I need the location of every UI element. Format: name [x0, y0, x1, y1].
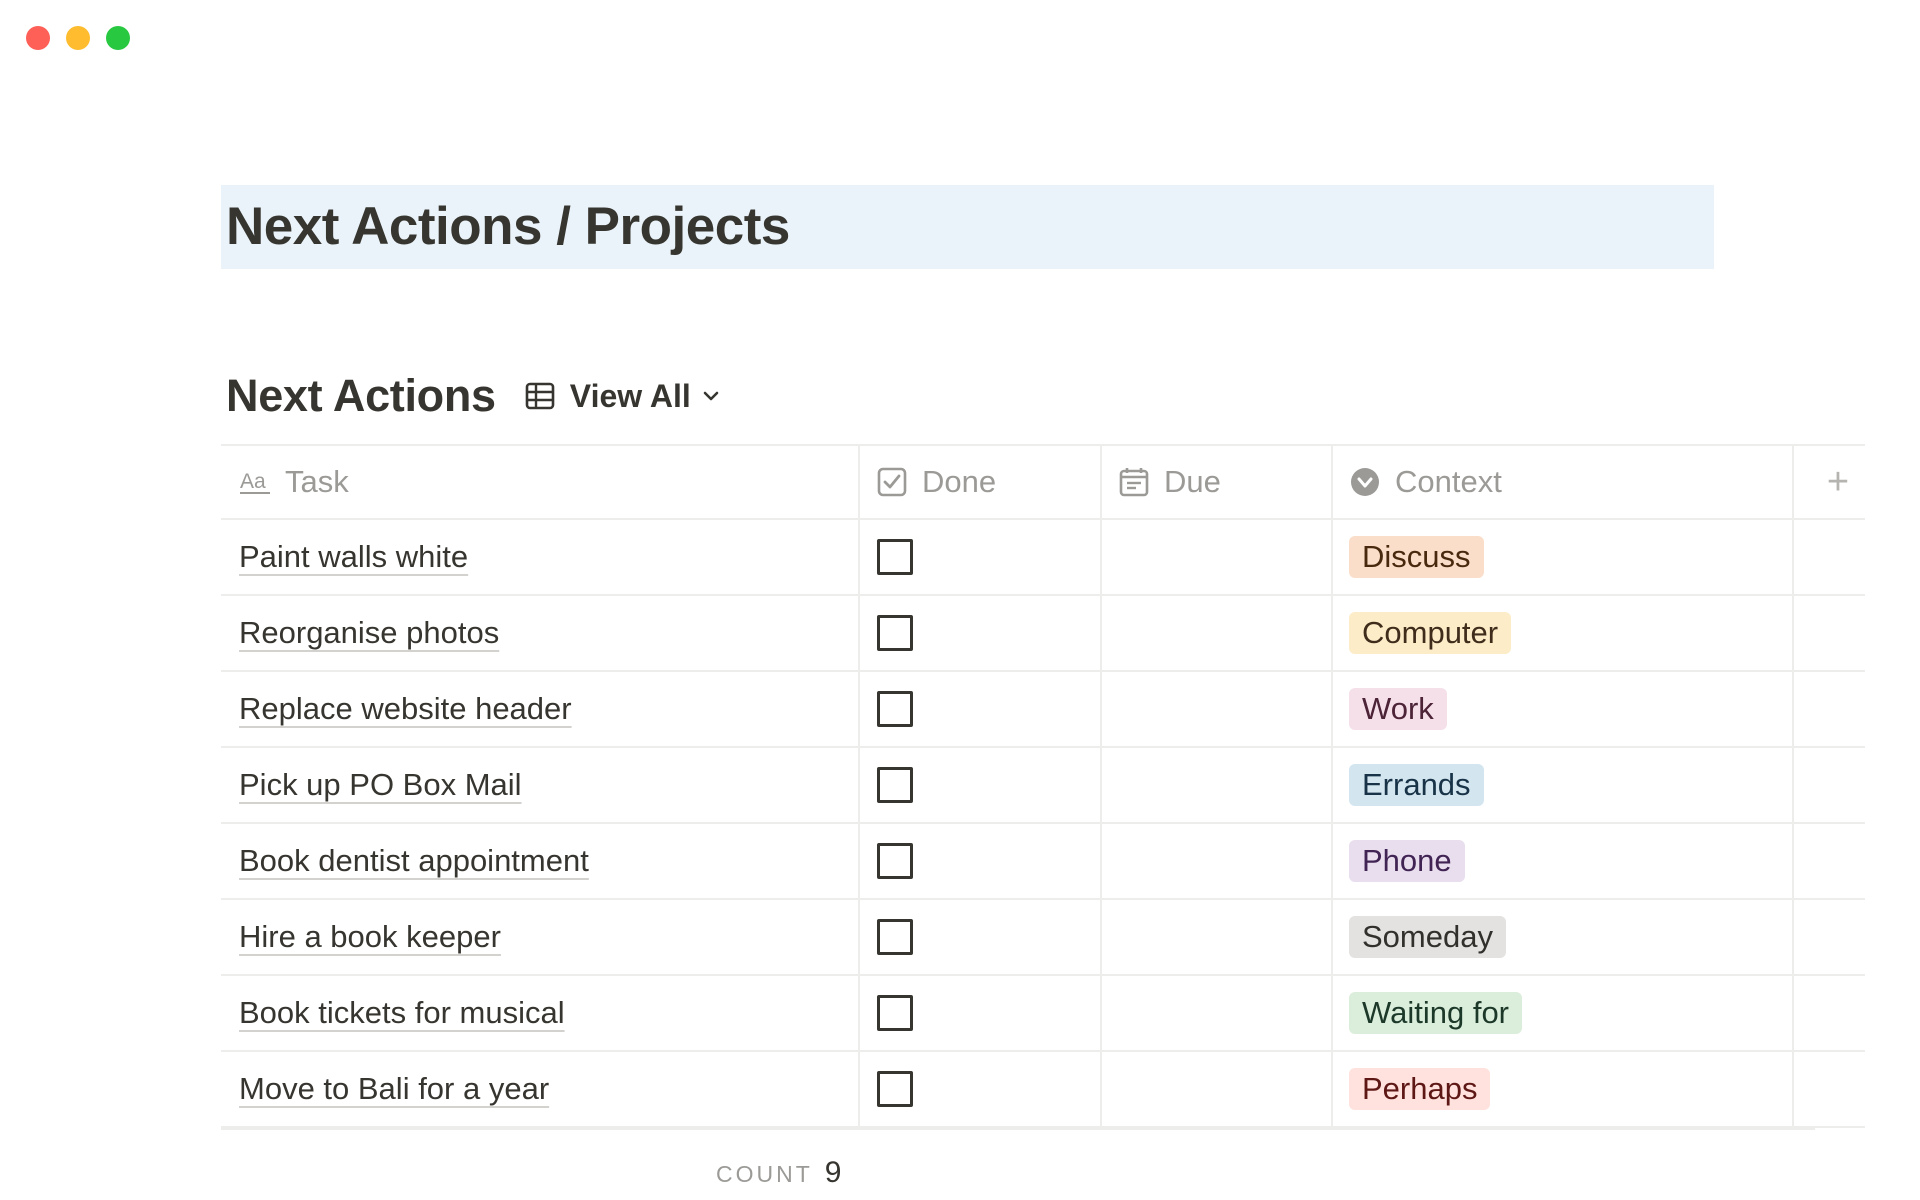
context-cell[interactable]: Discuss: [1349, 520, 1484, 594]
table-row[interactable]: Pick up PO Box Mail Errands: [221, 748, 1865, 824]
window-controls: [26, 26, 130, 50]
task-title[interactable]: Pick up PO Box Mail: [239, 767, 522, 803]
done-cell[interactable]: [876, 1052, 913, 1126]
done-cell[interactable]: [876, 672, 913, 746]
table-row[interactable]: Hire a book keeper Someday: [221, 900, 1865, 976]
column-header-due[interactable]: Due: [1118, 446, 1221, 518]
table-row[interactable]: Paint walls white Discuss: [221, 520, 1865, 596]
table-header-row: Aa Task Done Due Context +: [221, 444, 1865, 520]
table-row[interactable]: Reorganise photos Computer: [221, 596, 1865, 672]
context-tag[interactable]: Discuss: [1349, 536, 1484, 578]
svg-text:Aa: Aa: [240, 470, 266, 493]
plus-icon: +: [1826, 460, 1850, 503]
table-footer-divider: [221, 1128, 1815, 1130]
done-checkbox[interactable]: [877, 1071, 913, 1107]
context-tag[interactable]: Waiting for: [1349, 992, 1523, 1034]
task-title[interactable]: Paint walls white: [239, 539, 468, 575]
task-title[interactable]: Move to Bali for a year: [239, 1071, 549, 1107]
task-cell[interactable]: Paint walls white: [239, 520, 468, 594]
done-checkbox[interactable]: [877, 767, 913, 803]
add-column-button[interactable]: +: [1811, 446, 1865, 518]
column-header-label: Due: [1164, 464, 1221, 499]
done-checkbox[interactable]: [877, 539, 913, 575]
task-title[interactable]: Replace website header: [239, 691, 572, 727]
task-cell[interactable]: Replace website header: [239, 672, 572, 746]
task-cell[interactable]: Hire a book keeper: [239, 900, 501, 974]
checkbox-property-icon: [877, 467, 907, 497]
done-cell[interactable]: [876, 520, 913, 594]
chevron-down-icon: [703, 391, 719, 401]
context-cell[interactable]: Someday: [1349, 900, 1506, 974]
table-row[interactable]: Move to Bali for a year Perhaps: [221, 1052, 1865, 1128]
context-cell[interactable]: Phone: [1349, 824, 1465, 898]
table-row[interactable]: Replace website header Work: [221, 672, 1865, 748]
context-cell[interactable]: Perhaps: [1349, 1052, 1491, 1126]
column-header-task[interactable]: Aa Task: [239, 446, 349, 518]
column-header-context[interactable]: Context: [1349, 446, 1502, 518]
task-cell[interactable]: Book tickets for musical: [239, 976, 565, 1050]
context-tag[interactable]: Work: [1349, 688, 1447, 730]
count-value: 9: [824, 1156, 842, 1189]
table-row[interactable]: Book tickets for musical Waiting for: [221, 976, 1865, 1052]
task-title[interactable]: Book dentist appointment: [239, 843, 589, 879]
context-cell[interactable]: Waiting for: [1349, 976, 1523, 1050]
table-icon: [525, 382, 555, 410]
task-title[interactable]: Book tickets for musical: [239, 995, 565, 1031]
database-title[interactable]: Next Actions: [226, 370, 496, 422]
column-header-label: Done: [922, 464, 997, 499]
page-title[interactable]: Next Actions / Projects: [226, 196, 790, 257]
task-title[interactable]: Hire a book keeper: [239, 919, 501, 955]
done-cell[interactable]: [876, 900, 913, 974]
context-tag[interactable]: Errands: [1349, 764, 1484, 806]
select-property-icon: [1351, 468, 1379, 496]
text-property-icon: Aa: [240, 470, 270, 494]
close-window-button[interactable]: [26, 26, 50, 50]
column-header-done[interactable]: Done: [876, 446, 996, 518]
context-tag[interactable]: Computer: [1349, 612, 1512, 654]
context-tag[interactable]: Someday: [1349, 916, 1506, 958]
done-cell[interactable]: [876, 976, 913, 1050]
context-tag[interactable]: Perhaps: [1349, 1068, 1491, 1110]
view-selector-button[interactable]: View All: [524, 378, 721, 415]
task-cell[interactable]: Pick up PO Box Mail: [239, 748, 522, 822]
count-label: COUNT: [716, 1161, 813, 1187]
context-cell[interactable]: Work: [1349, 672, 1447, 746]
done-cell[interactable]: [876, 596, 913, 670]
task-cell[interactable]: Book dentist appointment: [239, 824, 589, 898]
column-header-label: Task: [285, 464, 349, 499]
done-checkbox[interactable]: [877, 919, 913, 955]
task-cell[interactable]: Move to Bali for a year: [239, 1052, 549, 1126]
count-summary[interactable]: COUNT 9: [716, 1156, 841, 1190]
calendar-icon: [1119, 468, 1149, 497]
task-title[interactable]: Reorganise photos: [239, 615, 499, 651]
context-tag[interactable]: Phone: [1349, 840, 1465, 882]
maximize-window-button[interactable]: [106, 26, 130, 50]
database-table: Aa Task Done Due Context + Paint walls w…: [221, 444, 1865, 1128]
context-cell[interactable]: Errands: [1349, 748, 1484, 822]
done-cell[interactable]: [876, 824, 913, 898]
done-checkbox[interactable]: [877, 691, 913, 727]
table-body: Paint walls white Discuss Reorganise photo…: [221, 520, 1865, 1128]
minimize-window-button[interactable]: [66, 26, 90, 50]
view-label: View All: [569, 377, 691, 414]
done-checkbox[interactable]: [877, 615, 913, 651]
task-cell[interactable]: Reorganise photos: [239, 596, 499, 670]
done-checkbox[interactable]: [877, 995, 913, 1031]
done-cell[interactable]: [876, 748, 913, 822]
column-header-label: Context: [1395, 464, 1502, 499]
database-header: Next Actions View All: [226, 368, 721, 424]
done-checkbox[interactable]: [877, 843, 913, 879]
table-row[interactable]: Book dentist appointment Phone: [221, 824, 1865, 900]
context-cell[interactable]: Computer: [1349, 596, 1512, 670]
